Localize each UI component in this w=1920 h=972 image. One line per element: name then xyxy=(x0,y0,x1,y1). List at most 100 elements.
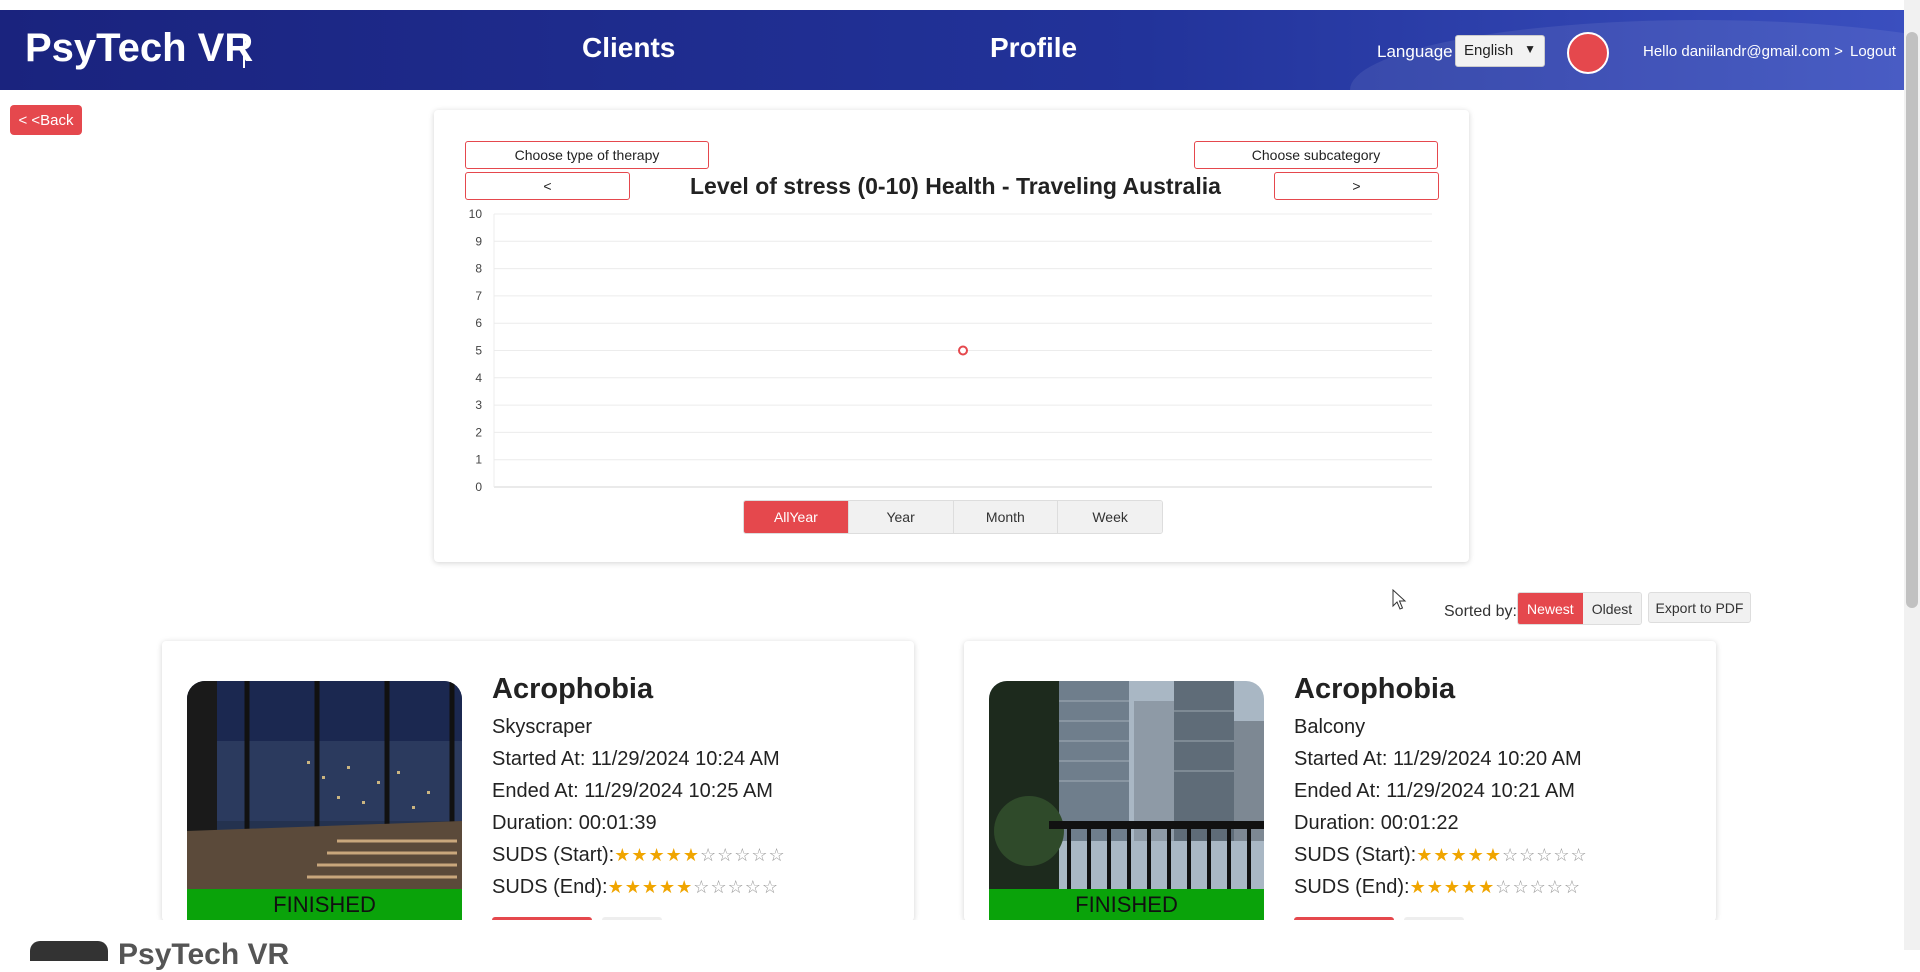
therapy-type-button[interactable]: Choose type of therapy xyxy=(465,141,709,169)
suds-end-stars: ★★★★★☆☆☆☆☆ xyxy=(608,877,779,897)
star-filled-icon: ★ xyxy=(648,845,666,865)
star-filled-icon: ★ xyxy=(1426,877,1444,897)
session-started: Started At: 11/29/2024 10:24 AM xyxy=(492,748,780,770)
star-empty-icon: ☆ xyxy=(1495,877,1513,897)
session-ended: Ended At: 11/29/2024 10:25 AM xyxy=(492,780,773,802)
range-button-month[interactable]: Month xyxy=(953,501,1059,533)
stress-chart: 0 1 2 3 4 5 6 7 8 9 10 xyxy=(469,207,1432,494)
session-title: Acrophobia xyxy=(492,673,654,705)
status-badge: FINISHED xyxy=(989,889,1264,921)
data-point[interactable] xyxy=(958,345,968,356)
subcategory-button[interactable]: Choose subcategory xyxy=(1194,141,1438,169)
top-navbar: PsyTech VR Clients Profile Language Engl… xyxy=(0,10,1904,90)
y-tick-label: 8 xyxy=(475,262,482,276)
star-empty-icon: ☆ xyxy=(1553,845,1571,865)
sort-button-oldest[interactable]: Oldest xyxy=(1582,593,1642,624)
star-empty-icon: ☆ xyxy=(1501,845,1520,865)
back-button[interactable]: < <Back xyxy=(10,105,82,135)
star-empty-icon: ☆ xyxy=(693,877,711,897)
nav-link-clients[interactable]: Clients xyxy=(582,32,675,64)
next-button[interactable]: > xyxy=(1274,172,1439,200)
suds-start-stars: ★★★★★☆☆☆☆☆ xyxy=(1416,845,1587,865)
export-pdf-button[interactable]: Export to PDF xyxy=(1648,592,1751,623)
suds-start-row: SUDS (Start):★★★★★☆☆☆☆☆ xyxy=(492,844,786,867)
session-card[interactable]: FINISHED Acrophobia Skyscraper Started A… xyxy=(162,641,914,921)
y-tick-label: 7 xyxy=(475,289,482,303)
session-card[interactable]: FINISHED Acrophobia Balcony Started At: … xyxy=(964,641,1716,921)
session-duration: Duration: 00:01:22 xyxy=(1294,812,1459,834)
star-empty-icon: ☆ xyxy=(1519,845,1537,865)
session-duration: Duration: 00:01:39 xyxy=(492,812,657,834)
star-empty-icon: ☆ xyxy=(717,845,735,865)
star-filled-icon: ★ xyxy=(682,845,700,865)
suds-end-row: SUDS (End):★★★★★☆☆☆☆☆ xyxy=(492,876,779,899)
range-button-week[interactable]: Week xyxy=(1058,501,1162,533)
range-button-allyear[interactable]: AllYear xyxy=(744,501,849,533)
sort-selector: Newest Oldest xyxy=(1517,592,1643,625)
star-filled-icon: ★ xyxy=(1443,877,1462,897)
suds-start-stars: ★★★★★☆☆☆☆☆ xyxy=(614,845,785,865)
star-filled-icon: ★ xyxy=(1467,845,1485,865)
y-tick-label: 6 xyxy=(475,316,482,330)
y-tick-label: 1 xyxy=(475,453,482,467)
star-filled-icon: ★ xyxy=(659,877,677,897)
star-empty-icon: ☆ xyxy=(744,877,762,897)
y-tick-label: 0 xyxy=(475,480,482,494)
suds-start-label: SUDS (Start): xyxy=(492,844,615,866)
session-started: Started At: 11/29/2024 10:20 AM xyxy=(1294,748,1582,770)
star-empty-icon: ☆ xyxy=(710,877,728,897)
language-label: Language xyxy=(1377,42,1453,61)
star-filled-icon: ★ xyxy=(1478,877,1496,897)
language-select-value: English xyxy=(1464,42,1514,59)
star-filled-icon: ★ xyxy=(1433,845,1451,865)
star-filled-icon: ★ xyxy=(631,845,649,865)
star-filled-icon: ★ xyxy=(624,877,642,897)
sort-button-newest[interactable]: Newest xyxy=(1518,593,1583,624)
session-subtitle: Balcony xyxy=(1294,716,1366,738)
chart-title: Level of stress (0-10) Health - Travelin… xyxy=(690,173,1221,199)
star-empty-icon: ☆ xyxy=(751,845,769,865)
y-tick-label: 9 xyxy=(475,234,482,248)
star-filled-icon: ★ xyxy=(665,845,683,865)
star-filled-icon: ★ xyxy=(641,877,660,897)
logout-link[interactable]: Logout xyxy=(1850,43,1896,60)
user-greeting-link[interactable]: Hello daniilandr@gmail.com > xyxy=(1643,43,1843,60)
star-empty-icon: ☆ xyxy=(768,845,786,865)
footer-brand: PsyTech VR xyxy=(118,938,290,971)
star-filled-icon: ★ xyxy=(1416,845,1434,865)
star-empty-icon: ☆ xyxy=(1512,877,1530,897)
mouse-cursor-icon xyxy=(1392,589,1407,610)
star-empty-icon: ☆ xyxy=(1529,877,1547,897)
sorted-by-label: Sorted by: xyxy=(1444,603,1517,620)
suds-end-row: SUDS (End):★★★★★☆☆☆☆☆ xyxy=(1294,876,1581,899)
star-empty-icon: ☆ xyxy=(734,845,752,865)
star-empty-icon: ☆ xyxy=(727,877,745,897)
avatar[interactable] xyxy=(1567,32,1609,74)
star-empty-icon: ☆ xyxy=(699,845,718,865)
suds-start-row: SUDS (Start):★★★★★☆☆☆☆☆ xyxy=(1294,844,1588,867)
footer-logo-icon xyxy=(30,941,108,961)
suds-end-stars: ★★★★★☆☆☆☆☆ xyxy=(1410,877,1581,897)
y-tick-label: 5 xyxy=(475,344,482,358)
session-thumbnail-balcony xyxy=(989,681,1264,889)
status-badge: FINISHED xyxy=(187,889,462,921)
session-title: Acrophobia xyxy=(1294,673,1456,705)
star-empty-icon: ☆ xyxy=(761,877,779,897)
prev-button[interactable]: < xyxy=(465,172,630,200)
suds-start-label: SUDS (Start): xyxy=(1294,844,1417,866)
star-empty-icon: ☆ xyxy=(1546,877,1564,897)
star-filled-icon: ★ xyxy=(1484,845,1502,865)
star-filled-icon: ★ xyxy=(676,877,694,897)
scrollbar-thumb[interactable] xyxy=(1906,32,1918,608)
brand-separator xyxy=(243,38,245,68)
y-tick-label: 10 xyxy=(469,207,483,221)
nav-link-profile[interactable]: Profile xyxy=(990,32,1077,64)
language-select[interactable]: English ▼ xyxy=(1455,35,1545,67)
suds-end-label: SUDS (End): xyxy=(492,876,608,898)
y-tick-label: 2 xyxy=(475,425,482,439)
brand-logo[interactable]: PsyTech VR xyxy=(25,26,253,71)
star-empty-icon: ☆ xyxy=(1563,877,1581,897)
session-ended: Ended At: 11/29/2024 10:21 AM xyxy=(1294,780,1575,802)
range-button-year[interactable]: Year xyxy=(848,501,954,533)
chevron-down-icon: ▼ xyxy=(1524,42,1536,56)
